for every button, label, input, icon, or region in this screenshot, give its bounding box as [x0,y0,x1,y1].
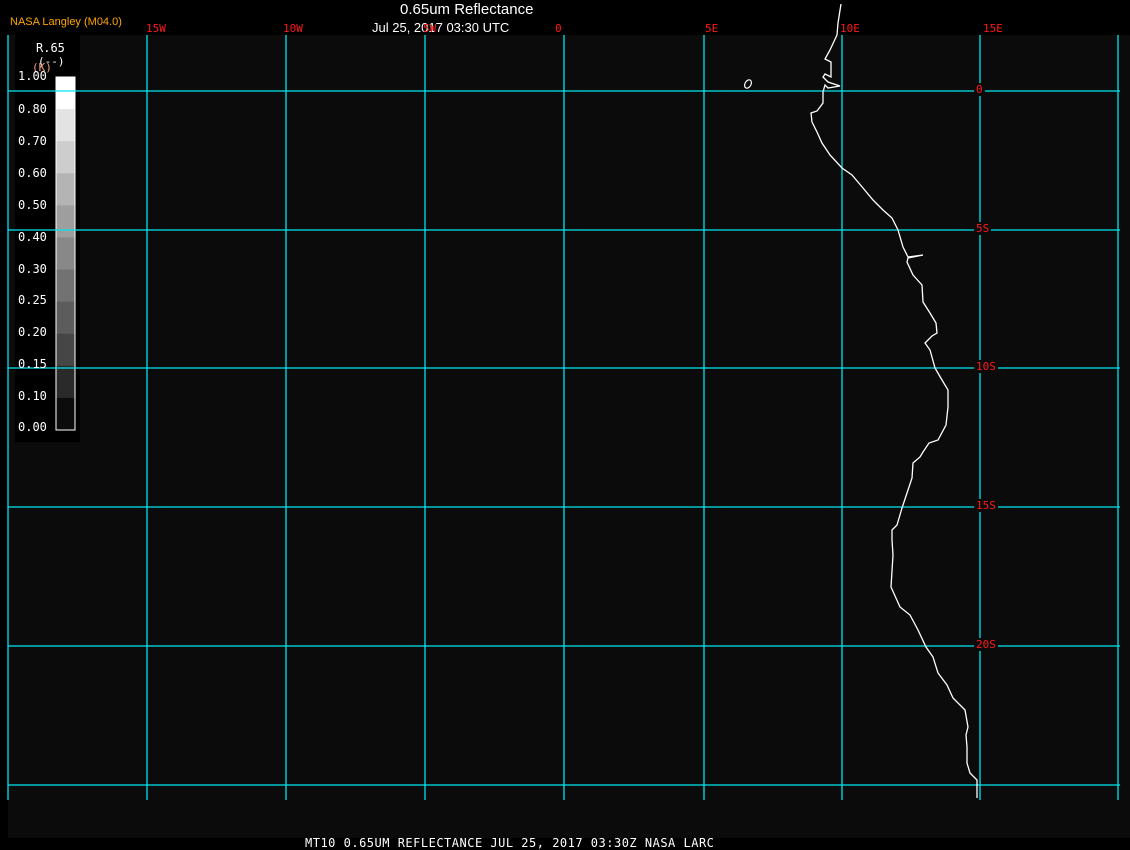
image-title: 0.65um Reflectance [400,1,534,18]
legend-swatch [56,333,75,367]
legend-tick-label: 0.30 [18,262,47,276]
map-background [8,35,1130,838]
latitude-label: 10S [974,360,998,373]
legend-tick-label: 0.80 [18,102,47,116]
legend-swatch [56,269,75,303]
legend-color-bar [55,76,76,431]
legend-variable: R.65 [36,41,65,55]
legend-swatch [56,141,75,174]
legend-swatch [56,77,75,110]
legend-tick-label: 0.60 [18,166,47,180]
latitude-label: 15S [974,499,998,512]
legend-swatch [56,173,75,206]
legend-tick-label: 0.50 [18,198,47,212]
longitude-label: 10E [840,22,860,35]
longitude-label: 15W [146,22,166,35]
image-datetime: Jul 25, 2017 03:30 UTC [372,20,510,35]
latitude-label: 0 [974,83,985,96]
brand-label: NASA Langley (M04.0) [10,16,122,28]
latitude-label: 5S [974,222,992,235]
longitude-label: 5E [705,22,719,35]
legend-tick-label: 0.40 [18,230,47,244]
legend-tick-label: 0.70 [18,134,47,148]
legend-swatch [56,237,75,271]
longitude-label: 15E [983,22,1003,35]
legend-tick-label: 1.00 [18,69,47,83]
longitude-label: 10W [283,22,303,35]
legend-tick-label: 0.25 [18,293,47,307]
legend-tick-label: 0.15 [18,357,47,371]
longitude-label: 0 [555,22,562,35]
footer-caption: MT10 0.65UM REFLECTANCE JUL 25, 2017 03:… [305,836,715,850]
legend-swatch [56,109,75,142]
legend-tick-label: 0.20 [18,325,47,339]
satellite-map [7,3,1130,838]
longitude-label: 5W [423,22,437,35]
legend-swatch [56,397,75,431]
legend-tick-label: 0.10 [18,389,47,403]
legend-swatch [56,205,75,238]
latitude-label: 20S [974,638,998,651]
legend-swatch [56,365,75,399]
legend-swatch [56,301,75,335]
legend-tick-label: 0.00 [18,420,47,434]
